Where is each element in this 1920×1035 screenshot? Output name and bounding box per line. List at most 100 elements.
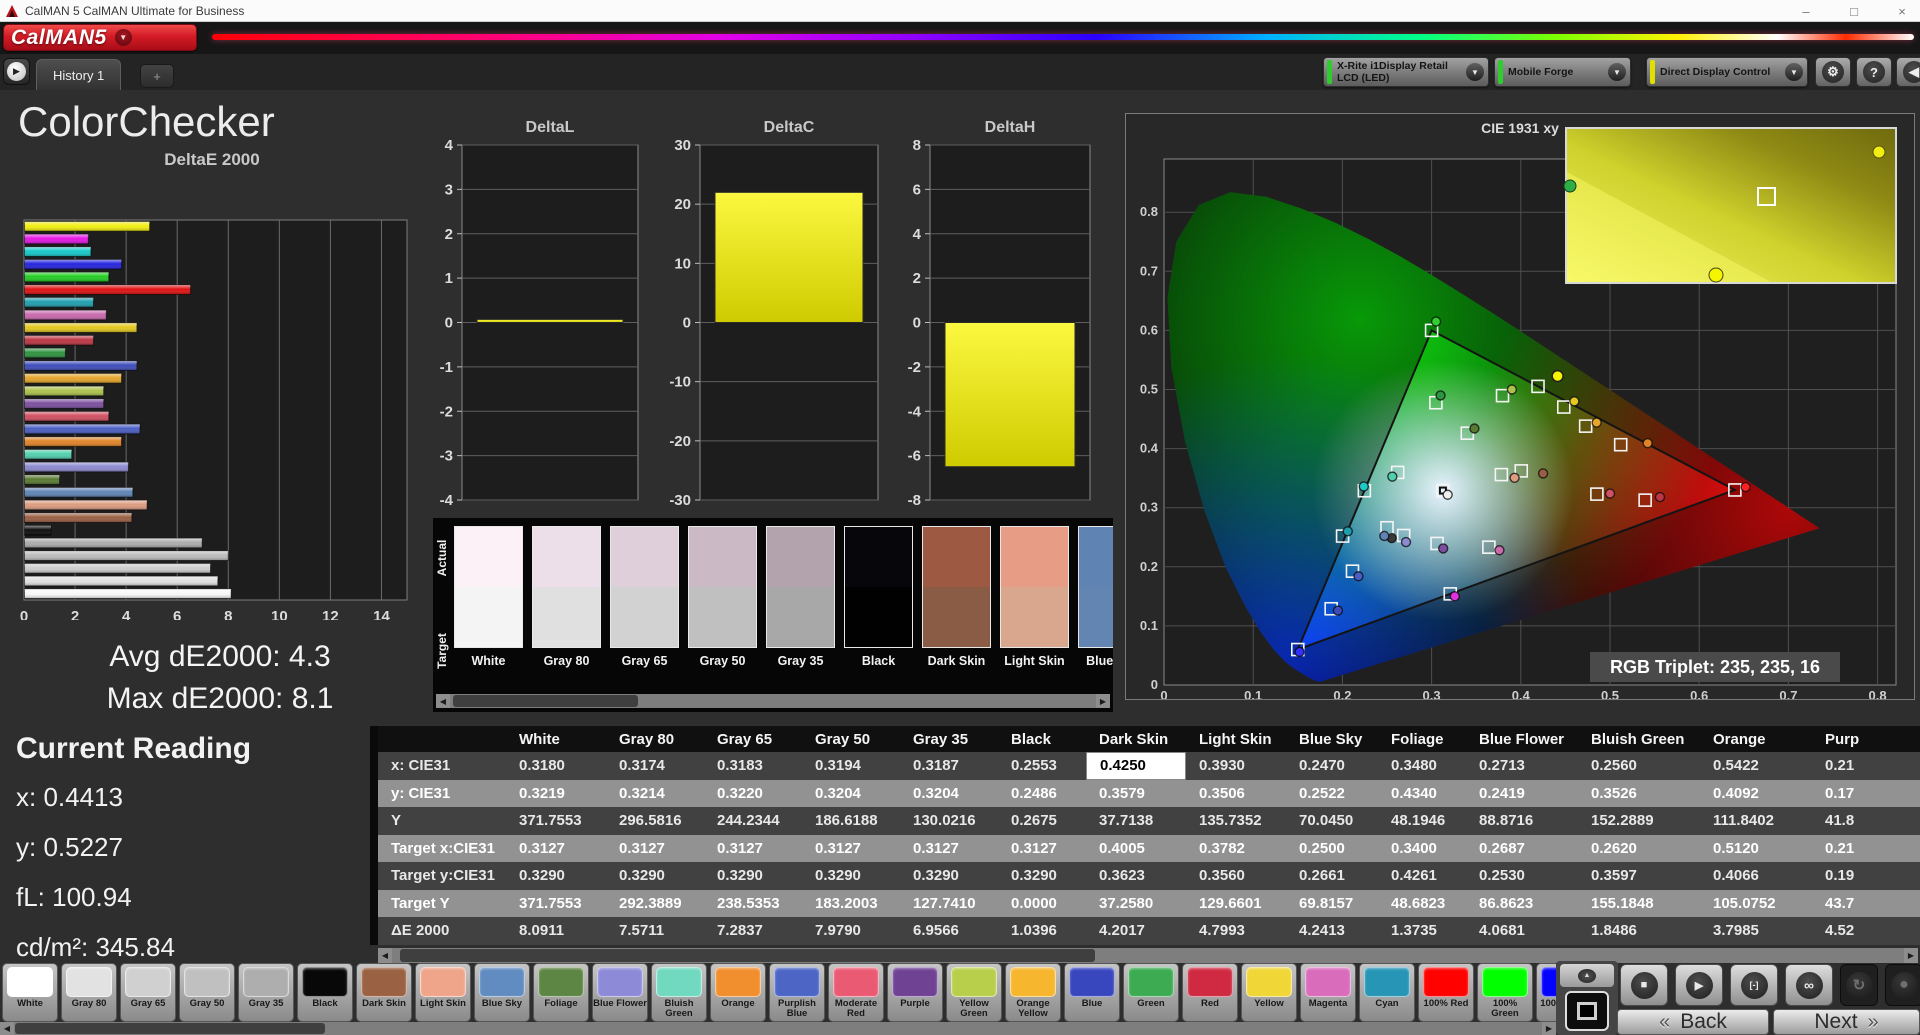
display-control-dropdown[interactable]: Direct Display Control ▼ <box>1646 57 1808 87</box>
tab-history-1[interactable]: History 1 <box>36 59 122 90</box>
patch-button-cyan[interactable]: Cyan <box>1359 963 1415 1022</box>
calman-logo-menu[interactable]: CalMAN 5 ▼ <box>3 24 197 51</box>
table-cell[interactable]: 105.0752 <box>1700 890 1812 918</box>
patch-button-100-green[interactable]: 100% Green <box>1477 963 1533 1022</box>
table-cell[interactable]: 0.4261 <box>1378 862 1466 890</box>
table-cell[interactable]: 0.2713 <box>1466 752 1578 780</box>
scroll-right-icon[interactable]: ▶ <box>1904 948 1918 963</box>
table-cell[interactable]: 4.7993 <box>1186 917 1286 945</box>
scroll-left-icon[interactable]: ◀ <box>436 694 450 708</box>
table-cell[interactable]: 292.3889 <box>606 890 704 918</box>
collapse-up-button[interactable]: ▲ <box>1560 964 1614 987</box>
table-cell[interactable]: 7.2837 <box>704 917 802 945</box>
table-cell[interactable]: 0.2470 <box>1286 752 1378 780</box>
table-cell[interactable]: 0.3187 <box>900 752 998 780</box>
table-cell[interactable]: 0.3183 <box>704 752 802 780</box>
table-cell[interactable]: 0.2675 <box>998 807 1086 835</box>
chevron-down-icon[interactable]: ▼ <box>114 29 132 46</box>
table-cell[interactable]: 8.0911 <box>506 917 606 945</box>
table-cell[interactable]: 296.5816 <box>606 807 704 835</box>
table-cell[interactable]: 0.3194 <box>802 752 900 780</box>
table-cell[interactable]: 0.3127 <box>704 835 802 863</box>
table-cell[interactable]: 0.3219 <box>506 780 606 808</box>
patch-button-white[interactable]: White <box>2 963 58 1022</box>
scrollbar-thumb[interactable] <box>15 1023 325 1034</box>
table-cell[interactable]: 0.3623 <box>1086 862 1186 890</box>
table-cell[interactable]: 70.0450 <box>1286 807 1378 835</box>
table-cell[interactable]: 0.17 <box>1812 780 1912 808</box>
record-button[interactable]: ● <box>1885 964 1920 1006</box>
table-cell[interactable]: 1.8486 <box>1578 917 1700 945</box>
patch-button-orange-yellow[interactable]: Orange Yellow <box>1005 963 1061 1022</box>
table-cell[interactable]: 0.21 <box>1812 835 1912 863</box>
collapse-panel-button[interactable]: ◀ <box>1896 57 1920 87</box>
table-cell[interactable]: 0.3597 <box>1578 862 1700 890</box>
patch-button-purplish-blue[interactable]: Purplish Blue <box>769 963 825 1022</box>
table-cell[interactable]: 0.4092 <box>1700 780 1812 808</box>
table-cell[interactable]: 0.4066 <box>1700 862 1812 890</box>
meter-dropdown[interactable]: X-Rite i1Display Retail LCD (LED) ▼ <box>1323 57 1489 87</box>
patch-bar-scrollbar[interactable]: ◀ ▶ <box>0 1022 1556 1035</box>
table-cell[interactable]: 0.3930 <box>1186 752 1286 780</box>
table-cell[interactable]: 0.2620 <box>1578 835 1700 863</box>
table-cell[interactable]: 0.2553 <box>998 752 1086 780</box>
table-cell[interactable]: 152.2889 <box>1578 807 1700 835</box>
table-cell[interactable]: 86.8623 <box>1466 890 1578 918</box>
close-button[interactable]: × <box>1892 4 1912 19</box>
play-button[interactable]: ▶ <box>1675 964 1723 1006</box>
patch-button-yellow-green[interactable]: Yellow Green <box>946 963 1002 1022</box>
table-cell[interactable]: 0.4340 <box>1378 780 1466 808</box>
table-cell[interactable]: 0.21 <box>1812 752 1912 780</box>
table-cell[interactable]: 0.5120 <box>1700 835 1812 863</box>
table-cell[interactable]: 183.2003 <box>802 890 900 918</box>
table-cell[interactable]: 4.0681 <box>1466 917 1578 945</box>
table-cell[interactable]: 1.0396 <box>998 917 1086 945</box>
table-cell[interactable]: 127.7410 <box>900 890 998 918</box>
table-cell[interactable]: 0.3290 <box>998 862 1086 890</box>
patch-button-red[interactable]: Red <box>1182 963 1238 1022</box>
table-cell[interactable]: 3.7985 <box>1700 917 1812 945</box>
table-cell[interactable]: 0.5422 <box>1700 752 1812 780</box>
patch-button-gray-65[interactable]: Gray 65 <box>120 963 176 1022</box>
settings-button[interactable]: ⚙ <box>1815 57 1851 87</box>
table-cell[interactable]: 155.1848 <box>1578 890 1700 918</box>
patch-button-black[interactable]: Black <box>297 963 353 1022</box>
scrollbar-thumb[interactable] <box>453 695 638 707</box>
table-cell[interactable]: 7.9790 <box>802 917 900 945</box>
patch-button-green[interactable]: Green <box>1123 963 1179 1022</box>
patch-button-magenta[interactable]: Magenta <box>1300 963 1356 1022</box>
table-cell[interactable]: 238.5353 <box>704 890 802 918</box>
table-cell[interactable]: 4.2413 <box>1286 917 1378 945</box>
table-cell[interactable]: 0.0000 <box>998 890 1086 918</box>
table-cell[interactable]: 0.3127 <box>802 835 900 863</box>
table-cell[interactable]: 0.3560 <box>1186 862 1286 890</box>
patch-button-100-blue[interactable]: 100% Blue <box>1536 963 1556 1022</box>
patch-button-foliage[interactable]: Foliage <box>533 963 589 1022</box>
table-cell[interactable]: 0.3174 <box>606 752 704 780</box>
table-cell[interactable]: 0.2560 <box>1578 752 1700 780</box>
stop-button[interactable]: ■ <box>1620 964 1668 1006</box>
table-cell[interactable]: 0.3290 <box>900 862 998 890</box>
table-cell[interactable]: 0.2486 <box>998 780 1086 808</box>
table-cell[interactable]: 0.3290 <box>606 862 704 890</box>
table-cell[interactable]: 88.8716 <box>1466 807 1578 835</box>
table-cell[interactable]: 0.3220 <box>704 780 802 808</box>
table-cell[interactable]: 0.4005 <box>1086 835 1186 863</box>
single-frame-button[interactable]: [-] <box>1730 964 1778 1006</box>
next-button[interactable]: Next » <box>1773 1009 1920 1035</box>
table-cell[interactable]: 4.2017 <box>1086 917 1186 945</box>
table-cell[interactable]: 1.3735 <box>1378 917 1466 945</box>
scroll-right-icon[interactable]: ▶ <box>1096 694 1110 708</box>
minimize-button[interactable]: – <box>1796 4 1816 19</box>
table-cell[interactable]: 0.3204 <box>900 780 998 808</box>
table-cell[interactable]: 0.19 <box>1812 862 1912 890</box>
patch-button-blue-flower[interactable]: Blue Flower <box>592 963 648 1022</box>
table-cell[interactable]: 6.9566 <box>900 917 998 945</box>
table-cell[interactable]: 37.7138 <box>1086 807 1186 835</box>
table-cell[interactable]: 0.2530 <box>1466 862 1578 890</box>
table-cell[interactable]: 0.3214 <box>606 780 704 808</box>
patch-button-dark-skin[interactable]: Dark Skin <box>356 963 412 1022</box>
table-cell[interactable]: 371.7553 <box>506 890 606 918</box>
table-cell[interactable]: 244.2344 <box>704 807 802 835</box>
table-scrollbar[interactable]: ◀ ▶ <box>378 948 1918 963</box>
